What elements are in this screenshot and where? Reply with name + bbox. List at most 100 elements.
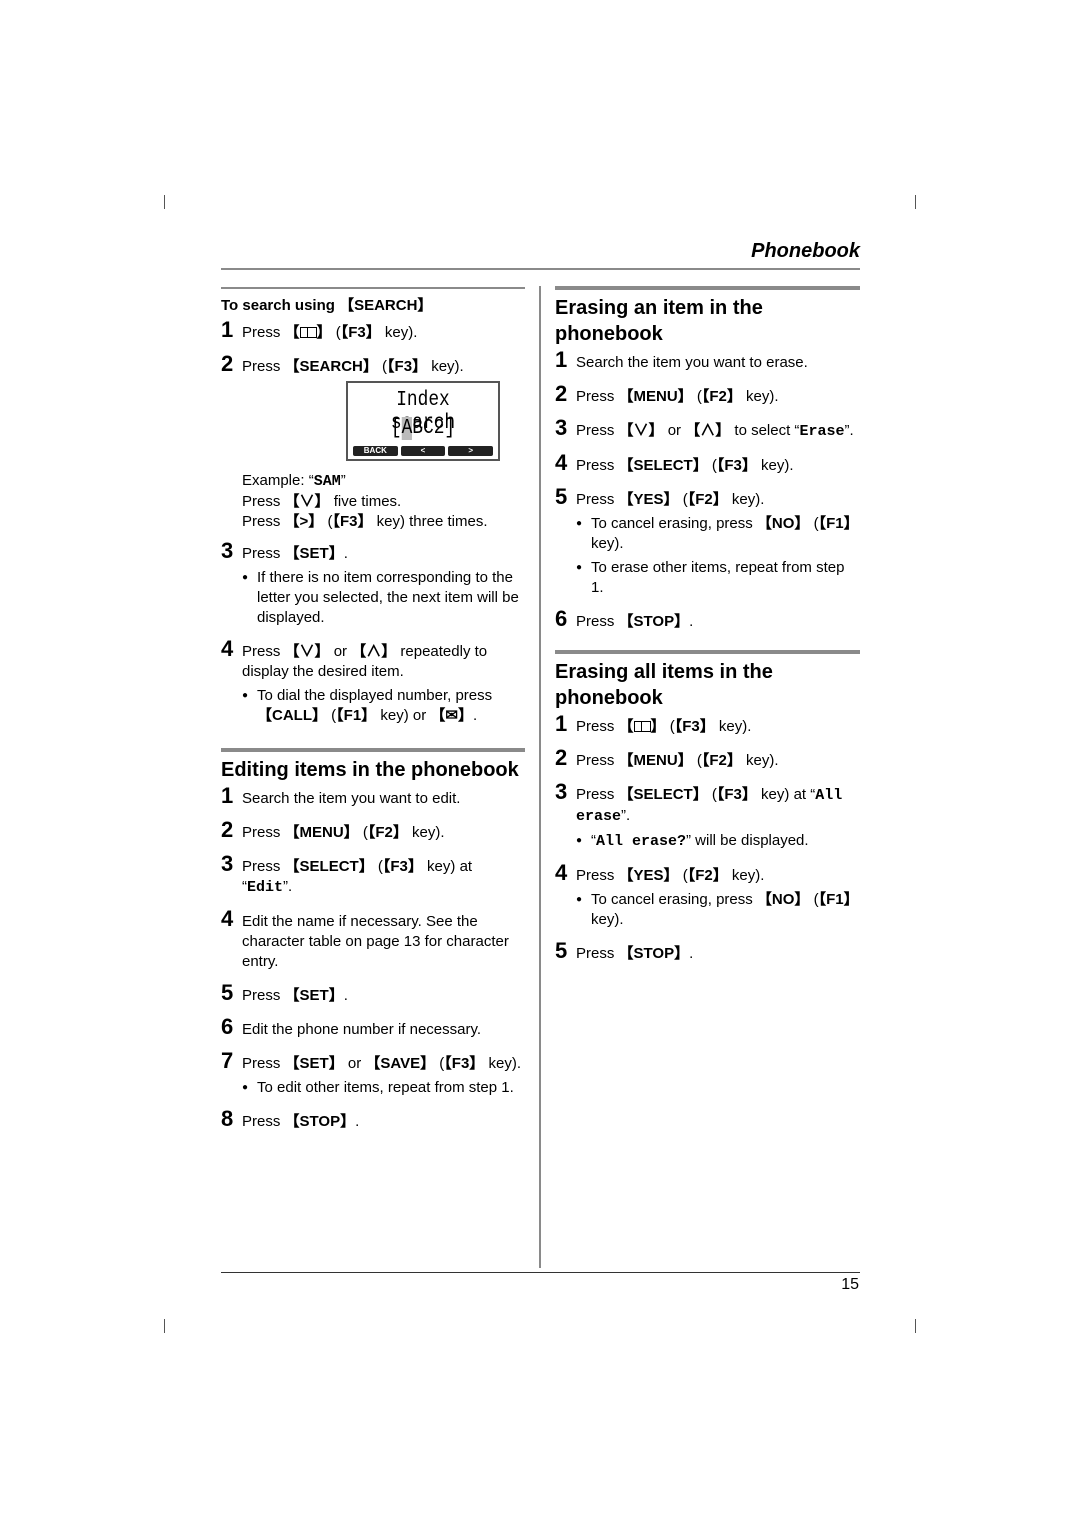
example-value: SAM [313,473,341,490]
step-text: Press [576,457,619,474]
step-number: 6 [221,1014,234,1039]
step-text: ( [692,752,702,769]
step-text: Press [576,752,619,769]
step-text: Press [242,358,285,375]
phonebook-icon [299,327,317,338]
step-number: 5 [555,484,568,509]
phonebook-icon [633,721,651,732]
step-number: 2 [555,381,568,406]
step-text: Press [576,786,619,803]
erase-all-step-3: 3 Press 【SELECT】 (【F3】 key) at “ All eras… [555,779,860,852]
step-text: Search the item you want to edit. [242,790,461,807]
right-column: Erasing an item in the phonebook 1 Searc… [555,286,860,978]
step-text: Press [576,388,619,405]
step-text: key). [591,535,624,552]
step-text: Press [242,643,285,660]
erase-all-step-2: 2 Press 【MENU】 (【F2】 key). [555,745,860,771]
erase-step-6: 6 Press 【STOP】. [555,608,860,632]
step-text: To dial the displayed number, press [257,687,493,704]
bullet-note: To dial the displayed number, press 【CAL… [242,686,525,726]
step-text: ” will be displayed. [686,832,809,849]
search-step-1: 1 Press 【】 (【F3】 key). [221,319,525,343]
search-step-3: 3 Press 【SET】. If there is no item corre… [221,540,525,628]
erase-step-3: 3 Press 【∨】 or 【∧】 to select “Erase”. [555,417,860,442]
footer-divider [221,1272,860,1273]
edit-step-5: 5 Press 【SET】. [221,982,525,1006]
bullet-note: To erase other items, repeat from step 1… [576,558,860,598]
step-number: 7 [221,1048,234,1073]
key-bracket-close: 】 [650,718,666,735]
key-label: 【F2】 [367,824,408,841]
step-number: 2 [555,745,568,770]
step-text: or [343,1055,366,1072]
step-text: ( [377,358,388,375]
key-label: 【F3】 [332,513,373,530]
key-label: 【CALL】 [257,707,327,724]
key-label: 【∧】 [685,422,731,439]
step-text: key) or [376,707,431,724]
step-text: Press [242,1113,285,1130]
key-label: 【NO】 [756,891,810,908]
step-number: 3 [555,779,568,804]
step-text: or [329,643,352,660]
step-text: key). [380,324,418,341]
key-label: 【STOP】 [284,1113,356,1130]
key-label: 【SELECT】 [618,457,708,474]
key-bracket-open: 【 [284,324,300,341]
step-text: Press [242,545,285,562]
lcd-line-2: [ABC2] [359,417,487,440]
key-label: 【SEARCH】 [284,358,378,375]
crop-mark [915,195,916,209]
key-label: 【F3】 [340,324,381,341]
edit-section-title: Editing items in the phonebook [221,759,519,781]
display-message-text: All erase? [596,833,687,850]
key-label: 【F2】 [687,867,728,884]
step-text: Edit the phone number if necessary. [242,1021,482,1038]
search-subheading: To search using 【SEARCH】 [221,297,433,314]
search-example: Example: “SAM” Press 【∨】 five times. Pre… [221,471,525,532]
step-text: key). [427,358,464,375]
key-label: 【F1】 [818,515,859,532]
key-bracket-open: 【 [618,718,634,735]
header-divider [221,268,860,270]
speakerphone-key-icon: 【✉】 [430,707,473,724]
step-text: ”. [621,807,631,824]
step-text: key). [591,911,624,928]
step-number: 8 [221,1106,234,1131]
bullet-note: To cancel erasing, press 【NO】 (【F1】 key)… [576,514,860,554]
key-label: 【F1】 [818,891,859,908]
step-number: 4 [221,906,234,931]
edit-step-7: 7 Press 【SET】 or 【SAVE】 (【F3】 key). To e… [221,1048,525,1099]
key-label: 【SELECT】 [284,858,374,875]
key-label: 【YES】 [618,491,679,508]
key-label: 【F2】 [701,388,742,405]
step-text: key). [741,388,779,405]
step-text: ( [373,858,383,875]
step-text: to select “ [730,422,800,439]
erase-step-1: 1 Search the item you want to erase. [555,349,860,373]
lcd-display-illustration: Index search [ABC2] BACK < > [346,381,500,461]
step-text: ( [707,457,717,474]
step-text: To cancel erasing, press [591,891,757,908]
step-text: key) at “ [756,786,816,803]
key-label: 【∨】 [284,643,330,660]
key-label: 【F3】 [674,718,715,735]
key-label: 【∨】 [284,493,330,510]
menu-item-text: Erase [799,423,845,440]
crop-mark [164,195,165,209]
erase-all-section-title: Erasing all items in the phonebook [555,661,773,709]
step-text: Press [242,824,285,841]
lcd-cursor: A [401,417,413,440]
key-label: 【MENU】 [618,752,693,769]
erase-item-section-title: Erasing an item in the phonebook [555,297,763,345]
edit-step-6: 6 Edit the phone number if necessary. [221,1014,525,1040]
step-text: ( [358,824,368,841]
step-text: ( [809,515,819,532]
step-text: . [343,545,348,562]
step-text: Press [242,858,285,875]
step-number: 4 [555,450,568,475]
step-text: key). [714,718,752,735]
softkey-back: BACK [353,446,398,456]
key-label: 【∨】 [618,422,664,439]
step-text: Press [242,987,285,1004]
